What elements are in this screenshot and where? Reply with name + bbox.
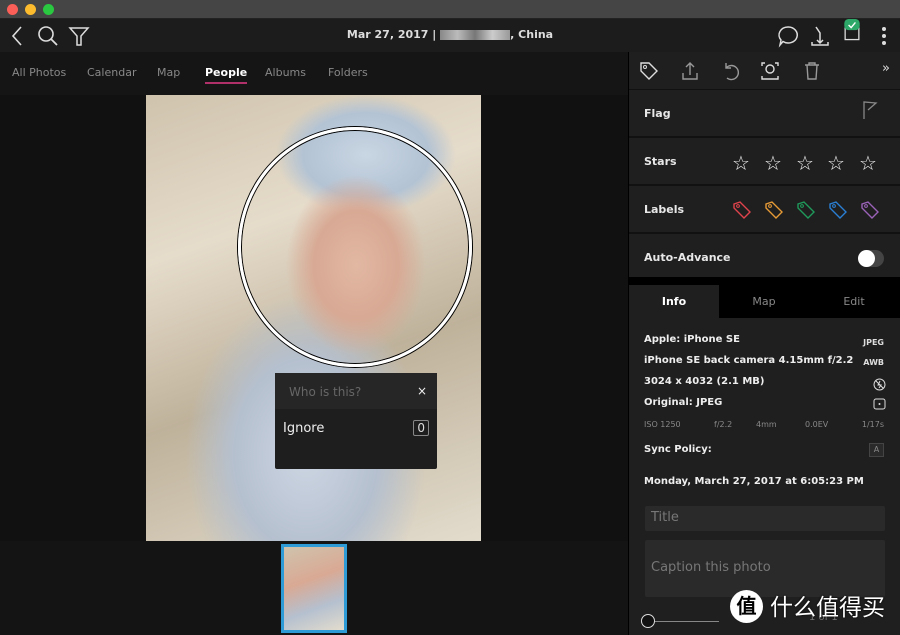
ignore-count: 0 [413,420,429,436]
info-tabs: Info Map Edit [629,285,900,318]
top-toolbar: Mar 27, 2017 | , China [0,19,900,52]
who-is-this-input[interactable]: Who is this? [275,373,437,409]
original-format: Original: JPEG [644,397,723,408]
share-icon[interactable] [679,60,701,82]
camera-make: Apple: iPhone SE [644,334,740,345]
photo-viewer [0,95,628,541]
label-color-3-icon[interactable] [796,200,816,220]
camera-lens: iPhone SE back camera 4.15mm f/2.2 [644,355,854,366]
star-1[interactable]: ☆ [732,151,750,175]
exif-shutter: 1/17s [861,420,884,429]
label-color-1-icon[interactable] [732,200,752,220]
image-dimensions: 3024 x 4032 (2.1 MB) [644,376,765,387]
jpeg-badge: JPEG [863,338,884,347]
stars-row: Stars ☆ ☆ ☆ ☆ ☆ [629,138,900,186]
close-window-button[interactable] [7,4,18,15]
face-region[interactable] [238,127,472,367]
title-input[interactable]: Title [645,506,885,531]
face-tag-popup: Who is this? × Ignore 0 [275,373,437,469]
ignore-option[interactable]: Ignore [283,421,324,436]
exif-iso: ISO 1250 [644,420,681,429]
window-titlebar [0,0,900,19]
tab-all-photos[interactable]: All Photos [12,66,66,79]
tag-icon[interactable] [638,60,660,82]
tab-albums[interactable]: Albums [265,66,306,79]
star-2[interactable]: ☆ [764,151,782,175]
exif-aperture: f/2.2 [714,420,733,429]
star-5[interactable]: ☆ [859,151,877,175]
inspector-panel: » Flag Stars ☆ ☆ ☆ ☆ ☆ Labels Auto-Advan… [628,52,900,635]
blurred-location [440,30,511,40]
no-flash-icon [873,378,886,391]
labels-row: Labels [629,186,900,234]
exif-focal: 4mm [756,420,777,429]
more-icon[interactable] [872,24,896,48]
trash-icon[interactable] [801,60,823,82]
tab-folders[interactable]: Folders [328,66,368,79]
minimize-window-button[interactable] [25,4,36,15]
rotate-icon[interactable] [720,60,742,82]
panel-toolbar: » [629,52,900,90]
divider [629,277,900,285]
label-color-2-icon[interactable] [764,200,784,220]
photo-date: Monday, March 27, 2017 at 6:05:23 PM [644,476,864,487]
tab-people[interactable]: People [205,66,248,84]
auto-advance-row: Auto-Advance [629,234,900,282]
flag-icon[interactable] [862,100,878,120]
auto-advance-toggle[interactable] [858,250,884,267]
tab-map[interactable]: Map [157,66,180,79]
nav-tabs: All Photos Calendar Map People Albums Fo… [0,52,628,95]
label-color-5-icon[interactable] [860,200,880,220]
zoom-slider[interactable] [641,614,721,628]
thumbnail-selected[interactable] [281,544,347,633]
label-color-4-icon[interactable] [828,200,848,220]
tab-edit[interactable]: Edit [809,285,899,318]
metering-icon [873,398,886,410]
collapse-panel-icon[interactable]: » [882,61,890,76]
tab-info[interactable]: Info [629,285,719,318]
star-4[interactable]: ☆ [827,151,845,175]
sync-policy-badge[interactable]: A [869,443,884,457]
window-title: Mar 27, 2017 | , China [346,28,554,41]
photo [146,95,481,541]
star-3[interactable]: ☆ [796,151,814,175]
exif-ev: 0.0EV [805,420,829,429]
tab-calendar[interactable]: Calendar [87,66,136,79]
awb-badge: AWB [863,358,884,367]
close-icon[interactable]: × [417,384,427,398]
watermark-text: 什么值得买 [770,595,885,621]
watermark-logo: 值 [730,590,763,623]
tab-info-map[interactable]: Map [719,285,809,318]
comment-icon[interactable] [776,24,800,48]
flag-row: Flag [629,90,900,138]
slider-knob[interactable] [641,614,655,628]
zoom-window-button[interactable] [43,4,54,15]
download-icon[interactable] [808,24,832,48]
filmstrip [0,541,628,635]
sync-policy-label: Sync Policy: [644,444,712,455]
sync-status-icon[interactable] [840,19,864,43]
face-detect-icon[interactable] [759,60,781,82]
